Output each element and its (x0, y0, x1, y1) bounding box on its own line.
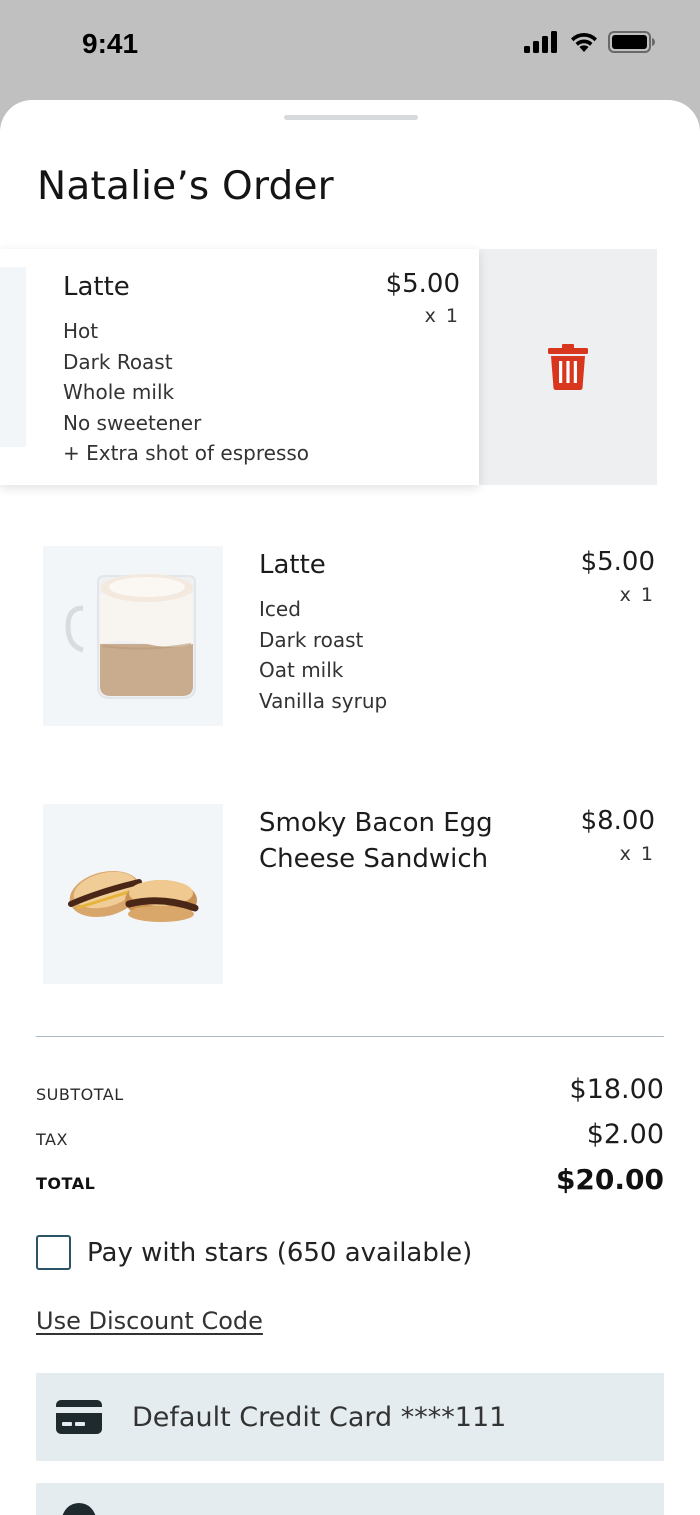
item-name: Latte (63, 272, 130, 302)
latte-illustration (65, 574, 196, 699)
sheet-grabber[interactable] (284, 115, 418, 120)
item-name-line: Smoky Bacon Egg (259, 808, 493, 838)
credit-card-icon (56, 1400, 102, 1434)
total-value: $20.00 (555, 1163, 664, 1196)
item-quantity: x 1 (619, 843, 655, 865)
item-options: Iced Dark roast Oat milk Vanilla syrup (259, 594, 387, 716)
item-quantity: x 1 (424, 305, 460, 327)
item-option: Oat milk (259, 658, 344, 682)
signal-icon (524, 31, 557, 53)
payment-method-button[interactable]: Default Credit Card ****111 (36, 1373, 664, 1461)
item-quantity: x 1 (619, 584, 655, 606)
secondary-panel[interactable] (36, 1483, 664, 1515)
item-name-line: Cheese Sandwich (259, 844, 489, 874)
item-option: Vanilla syrup (259, 688, 388, 713)
item-thumbnail-edge (0, 267, 26, 447)
delete-button[interactable] (479, 249, 657, 485)
tax-value: $2.00 (586, 1119, 664, 1150)
status-bar: 9:41 (0, 0, 700, 100)
subtotal-value: $18.00 (569, 1074, 664, 1105)
item-option: Hot (63, 319, 99, 343)
item-option: Iced (259, 597, 301, 621)
wifi-icon (571, 32, 597, 52)
sandwich-illustration (68, 870, 199, 922)
item-price: $5.00 (385, 269, 460, 299)
item-option: + Extra shot of espresso (63, 441, 310, 465)
status-icons (524, 31, 656, 53)
divider (36, 1036, 664, 1037)
discount-code-link[interactable]: Use Discount Code (36, 1307, 263, 1335)
pay-with-stars-checkbox[interactable] (36, 1235, 71, 1270)
page-title: Natalie’s Order (37, 164, 334, 209)
location-icon (62, 1503, 96, 1515)
pay-with-stars-label: Pay with stars (650 available) (87, 1237, 473, 1268)
order-sheet: Natalie’s Order Latte $5.00 x 1 Hot Dark… (0, 100, 700, 1515)
item-name: Latte (259, 550, 326, 580)
item-name: Smoky Bacon Egg Cheese Sandwich (259, 805, 493, 877)
subtotal-label: SUBTOTAL (36, 1085, 124, 1104)
item-price: $8.00 (580, 806, 655, 836)
item-option: No sweetener (63, 410, 202, 435)
item-option: Dark roast (259, 627, 364, 652)
item-option: Dark Roast (63, 349, 173, 374)
trash-icon (548, 344, 588, 390)
pay-with-stars-option[interactable]: Pay with stars (650 available) (36, 1235, 472, 1270)
item-option: Whole milk (63, 380, 175, 404)
total-label: TOTAL (36, 1174, 96, 1193)
item-options: Hot Dark Roast Whole milk No sweetener +… (63, 316, 309, 469)
order-item-swiped[interactable]: Latte $5.00 x 1 Hot Dark Roast Whole mil… (0, 249, 479, 485)
sandwich-image (43, 804, 223, 984)
battery-icon (608, 31, 655, 53)
latte-image (43, 546, 223, 726)
tax-label: TAX (36, 1130, 68, 1149)
payment-method-label: Default Credit Card ****111 (132, 1401, 507, 1433)
status-time: 9:41 (82, 28, 139, 59)
item-price: $5.00 (580, 547, 655, 577)
